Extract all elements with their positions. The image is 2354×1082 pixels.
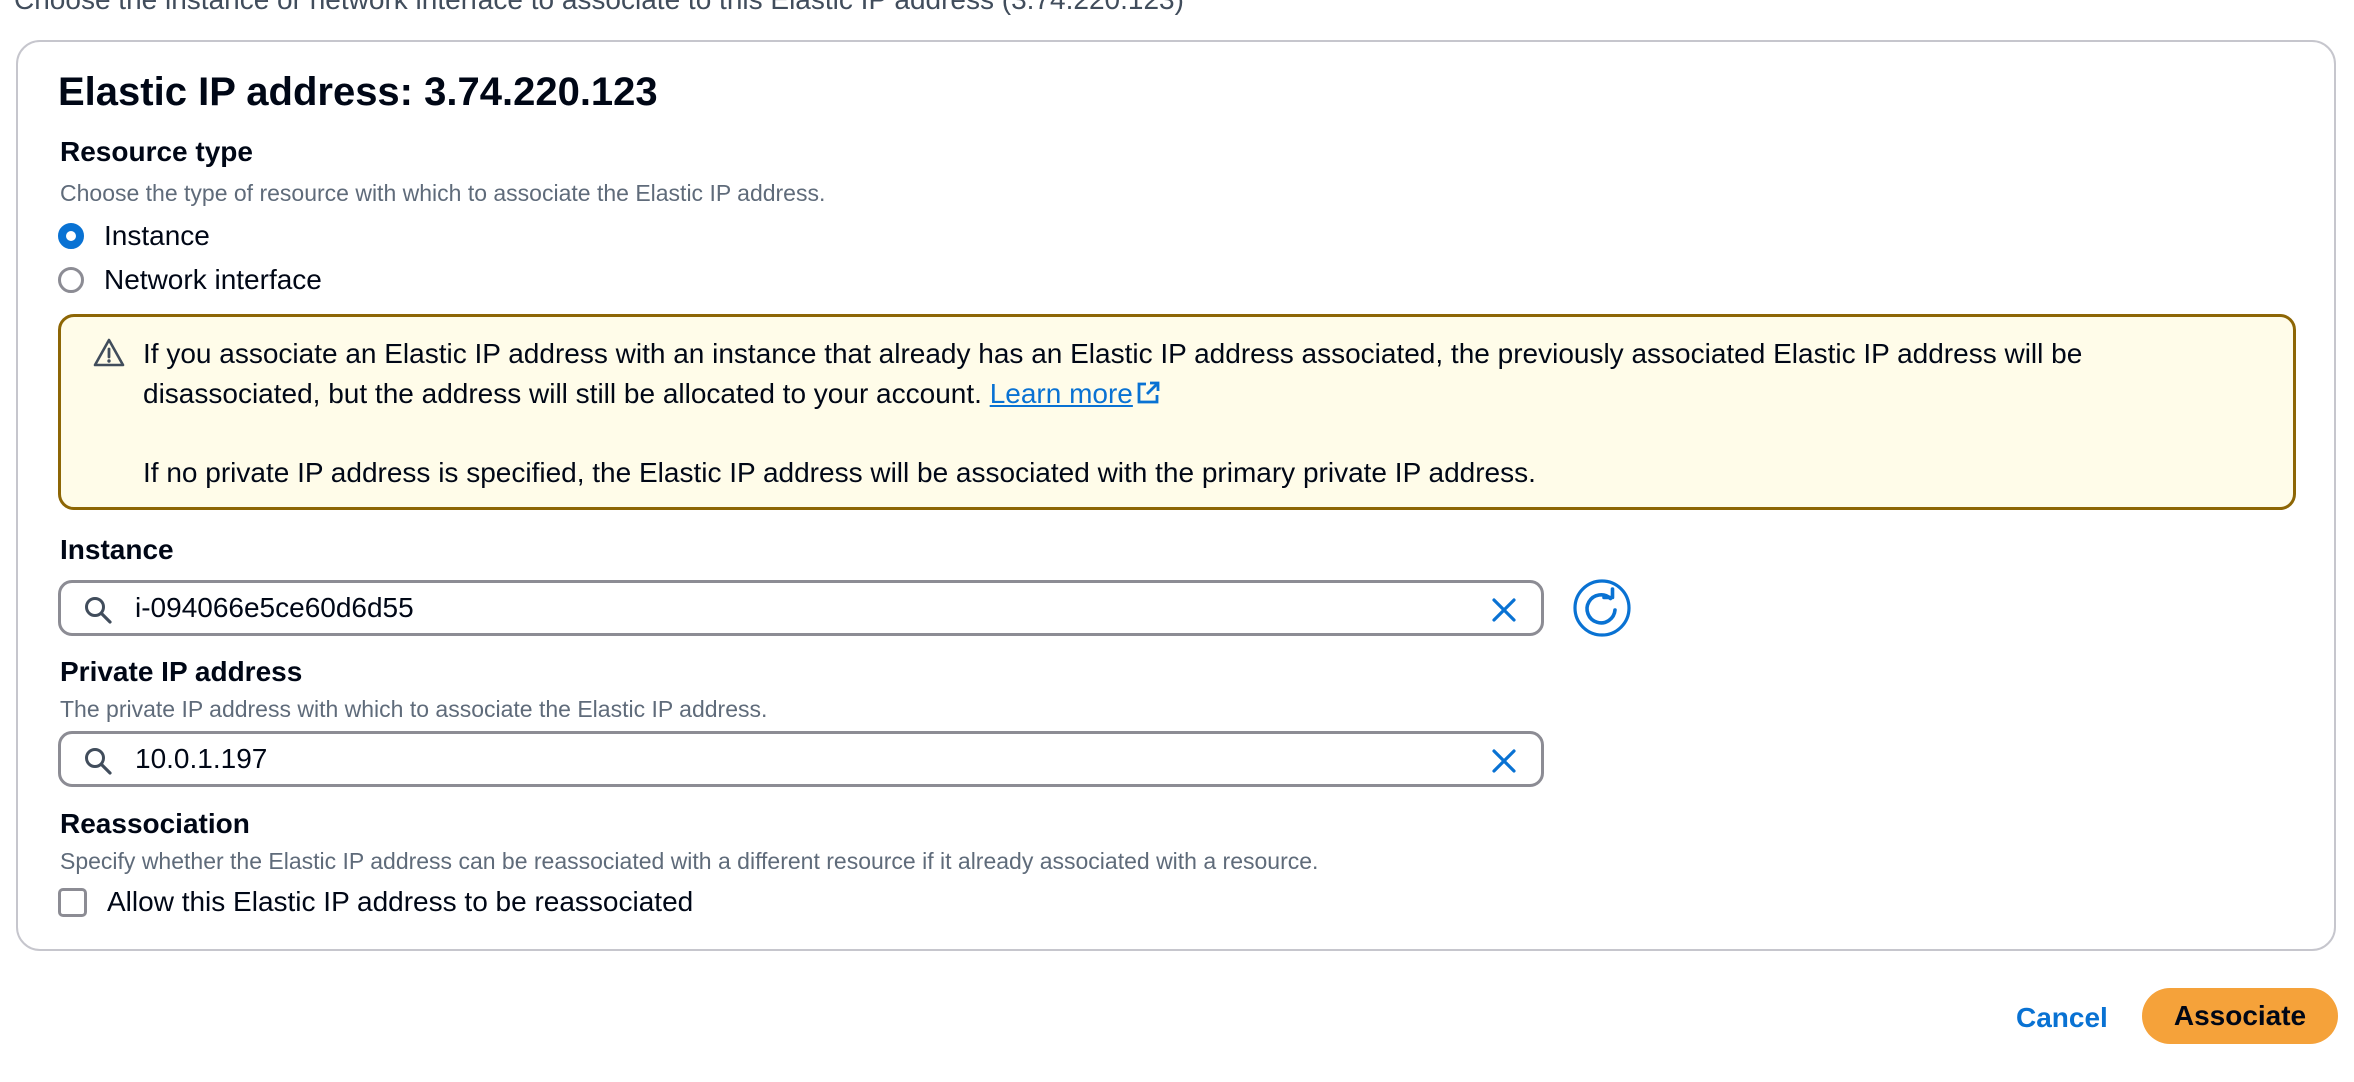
private-ip-input-value[interactable]: 10.0.1.197: [135, 743, 267, 775]
private-ip-label: Private IP address: [60, 656, 303, 687]
page-description: Choose the instance or network interface…: [14, 0, 1184, 16]
reassociation-checkbox-row[interactable]: Allow this Elastic IP address to be reas…: [58, 886, 693, 918]
alert-paragraph-2: If no private IP address is specified, t…: [143, 457, 1536, 488]
alert-paragraph-1: If you associate an Elastic IP address w…: [143, 334, 2263, 414]
instance-input-value[interactable]: i-094066e5ce60d6d55: [135, 592, 414, 624]
close-icon[interactable]: [1489, 746, 1519, 776]
refresh-icon[interactable]: [1572, 578, 1632, 638]
reassociation-checkbox-label: Allow this Elastic IP address to be reas…: [107, 886, 694, 917]
reassociation-description: Specify whether the Elastic IP address c…: [60, 848, 1319, 874]
close-icon[interactable]: [1489, 595, 1519, 625]
instance-label: Instance: [60, 534, 174, 565]
radio-instance[interactable]: Instance: [58, 220, 210, 252]
cancel-button[interactable]: Cancel: [2004, 990, 2120, 1046]
reassociation-label: Reassociation: [60, 808, 250, 839]
radio-network-interface-button[interactable]: [58, 267, 84, 293]
associate-eip-container: Elastic IP address: 3.74.220.123 Resourc…: [16, 40, 2336, 951]
resource-type-description: Choose the type of resource with which t…: [60, 180, 826, 206]
resource-type-label: Resource type: [60, 136, 253, 167]
private-ip-search-input[interactable]: 10.0.1.197: [58, 731, 1544, 787]
instance-search-input[interactable]: i-094066e5ce60d6d55: [58, 580, 1544, 636]
alert-content: If you associate an Elastic IP address w…: [143, 334, 2263, 493]
warning-alert: If you associate an Elastic IP address w…: [58, 314, 2296, 510]
container-title: Elastic IP address: 3.74.220.123: [58, 70, 658, 114]
radio-network-interface-label: Network interface: [104, 264, 322, 295]
learn-more-link[interactable]: Learn more: [990, 378, 1161, 409]
search-icon: [85, 748, 112, 775]
radio-instance-label: Instance: [104, 220, 210, 251]
search-icon: [85, 597, 112, 624]
radio-network-interface[interactable]: Network interface: [58, 264, 322, 296]
reassociation-checkbox[interactable]: [58, 887, 87, 917]
external-link-icon: [1137, 381, 1160, 404]
radio-instance-button[interactable]: [58, 223, 84, 249]
associate-button[interactable]: Associate: [2142, 988, 2338, 1044]
warning-icon: [93, 338, 125, 367]
private-ip-description: The private IP address with which to ass…: [60, 696, 768, 722]
